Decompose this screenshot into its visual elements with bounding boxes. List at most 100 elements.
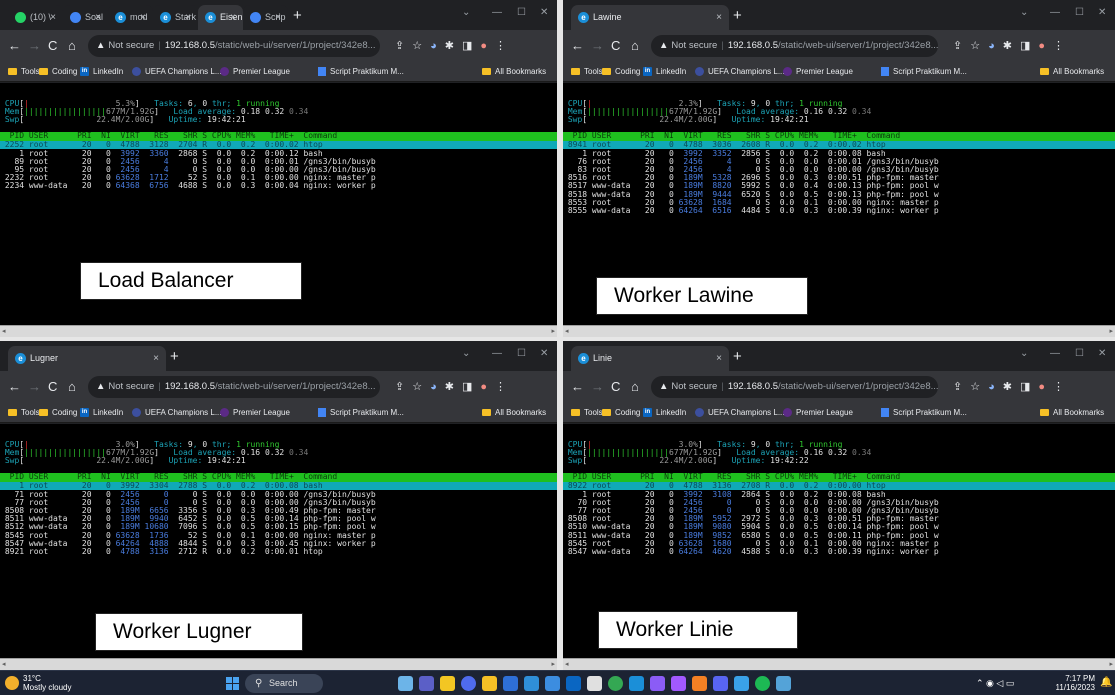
bookmark-item[interactable]: UEFA Champions L... (695, 62, 784, 81)
new-tab-icon[interactable]: + (733, 6, 742, 26)
close-window-icon[interactable]: ✕ (540, 2, 548, 24)
vscode-icon[interactable] (524, 676, 539, 691)
horizontal-scrollbar[interactable]: ◂ ▸ (563, 325, 1115, 337)
chevron-down-icon[interactable]: ⌄ (1020, 2, 1028, 24)
notion-icon[interactable] (587, 676, 602, 691)
scroll-right-icon[interactable]: ▸ (1109, 660, 1113, 668)
address-bar[interactable]: ▲ Not secure | 192.168.0.5/static/web-ui/se… (651, 35, 938, 57)
bookmark-item[interactable]: UEFA Champions L... (695, 403, 784, 422)
share-icon[interactable]: ⇪ (395, 39, 404, 53)
bookmark-item[interactable]: Script Praktikum M... (318, 62, 404, 81)
reload-icon[interactable]: C (48, 38, 57, 54)
extension-avatar-icon[interactable]: ◕ (430, 380, 437, 394)
share-icon[interactable]: ⇪ (953, 39, 962, 53)
star-icon[interactable]: ☆ (970, 380, 980, 394)
star-icon[interactable]: ☆ (412, 380, 422, 394)
bookmark-item[interactable]: Script Praktikum M... (881, 62, 967, 81)
menu-icon[interactable]: ⋮ (1053, 39, 1064, 53)
profile-icon[interactable]: ● (1038, 39, 1045, 53)
sidebar-icon[interactable]: ◨ (462, 380, 472, 394)
copilot-icon[interactable] (650, 676, 665, 691)
close-window-icon[interactable]: ✕ (1098, 2, 1106, 24)
share-icon[interactable]: ⇪ (395, 380, 404, 394)
close-window-icon[interactable]: ✕ (540, 343, 548, 365)
puzzle-icon[interactable]: ✱ (445, 39, 454, 53)
vpn-icon[interactable] (545, 676, 560, 691)
browser-tab[interactable]: e Lawine × (571, 5, 729, 30)
sidebar-icon[interactable]: ◨ (462, 39, 472, 53)
chevron-down-icon[interactable]: ⌄ (462, 343, 470, 365)
close-tab-icon[interactable]: × (716, 346, 722, 371)
chevron-down-icon[interactable]: ⌄ (462, 2, 470, 24)
minimize-icon[interactable]: — (492, 2, 502, 24)
browser-tab[interactable]: e Linie × (571, 346, 729, 371)
bookmark-item[interactable]: in LinkedIn (643, 403, 686, 422)
back-icon[interactable]: ← (8, 38, 21, 54)
star-icon[interactable]: ☆ (970, 39, 980, 53)
close-tab-icon[interactable]: × (50, 5, 56, 30)
spotify-icon[interactable] (755, 676, 770, 691)
forward-icon[interactable]: → (591, 379, 604, 395)
scroll-left-icon[interactable]: ◂ (565, 660, 569, 668)
browser-tab[interactable]: e Stark × (153, 5, 198, 30)
browser-tab[interactable]: Scrip × (243, 5, 288, 30)
address-bar[interactable]: ▲ Not secure | 192.168.0.5/static/web-ui/se… (88, 35, 380, 57)
close-tab-icon[interactable]: × (716, 5, 722, 30)
all-bookmarks[interactable]: All Bookmarks (1040, 403, 1104, 422)
bookmark-item[interactable]: Premier League (220, 62, 290, 81)
system-tray-icons[interactable]: ⌃ ◉ ◁ ▭ (976, 679, 1014, 688)
extension-avatar-icon[interactable]: ◕ (988, 39, 995, 53)
bookmark-item[interactable]: UEFA Champions L... (132, 62, 221, 81)
weather-widget[interactable]: 31°C Mostly cloudy (23, 674, 71, 692)
profile-icon[interactable]: ● (480, 39, 487, 53)
maximize-icon[interactable]: ☐ (517, 343, 526, 365)
forward-icon[interactable]: → (591, 38, 604, 54)
bookmark-item[interactable]: Premier League (783, 403, 853, 422)
bookmark-item[interactable]: Coding (602, 403, 640, 422)
new-tab-icon[interactable]: + (733, 347, 742, 367)
figma-icon[interactable] (671, 676, 686, 691)
profile-icon[interactable]: ● (480, 380, 487, 394)
weather-icon[interactable] (5, 676, 19, 690)
scroll-left-icon[interactable]: ◂ (2, 327, 6, 335)
store-icon[interactable] (503, 676, 518, 691)
sidebar-icon[interactable]: ◨ (1020, 39, 1030, 53)
minimize-icon[interactable]: — (1050, 343, 1060, 365)
gns3-icon[interactable] (776, 676, 791, 691)
new-tab-icon[interactable]: + (170, 347, 179, 367)
bookmark-item[interactable]: Tools (8, 403, 40, 422)
maximize-icon[interactable]: ☐ (1075, 2, 1084, 24)
bookmark-item[interactable]: Script Praktikum M... (881, 403, 967, 422)
sidebar-icon[interactable]: ◨ (1020, 380, 1030, 394)
close-tab-icon[interactable]: × (230, 5, 236, 30)
all-bookmarks[interactable]: All Bookmarks (482, 62, 546, 81)
minimize-icon[interactable]: — (492, 343, 502, 365)
close-tab-icon[interactable]: × (153, 346, 159, 371)
scroll-left-icon[interactable]: ◂ (2, 660, 6, 668)
chrome-icon[interactable] (608, 676, 623, 691)
edge-icon[interactable] (629, 676, 644, 691)
close-window-icon[interactable]: ✕ (1098, 343, 1106, 365)
browser-tab[interactable]: e Lugner × (8, 346, 166, 371)
forward-icon[interactable]: → (28, 379, 41, 395)
teams-icon[interactable] (419, 676, 434, 691)
bookmark-item[interactable]: Coding (602, 62, 640, 81)
address-bar[interactable]: ▲ Not secure | 192.168.0.5/static/web-ui/se… (651, 376, 938, 398)
menu-icon[interactable]: ⋮ (495, 39, 506, 53)
maximize-icon[interactable]: ☐ (1075, 343, 1084, 365)
all-bookmarks[interactable]: All Bookmarks (482, 403, 546, 422)
scroll-right-icon[interactable]: ▸ (1109, 327, 1113, 335)
maximize-icon[interactable]: ☐ (517, 2, 526, 24)
taskbar-clock[interactable]: 7:17 PM 11/16/2023 (1045, 674, 1095, 692)
home-icon[interactable]: ⌂ (68, 38, 76, 54)
folder-icon[interactable] (482, 676, 497, 691)
linkedin-icon[interactable] (566, 676, 581, 691)
notification-icon[interactable]: 🔔 (1100, 678, 1112, 688)
horizontal-scrollbar[interactable]: ◂ ▸ (0, 658, 557, 670)
menu-icon[interactable]: ⋮ (1053, 380, 1064, 394)
windows-start-icon[interactable] (226, 677, 239, 690)
reload-icon[interactable]: C (611, 38, 620, 54)
home-icon[interactable]: ⌂ (631, 379, 639, 395)
browser-tab[interactable]: e Eisen × (198, 5, 243, 30)
chat-icon[interactable] (461, 676, 476, 691)
